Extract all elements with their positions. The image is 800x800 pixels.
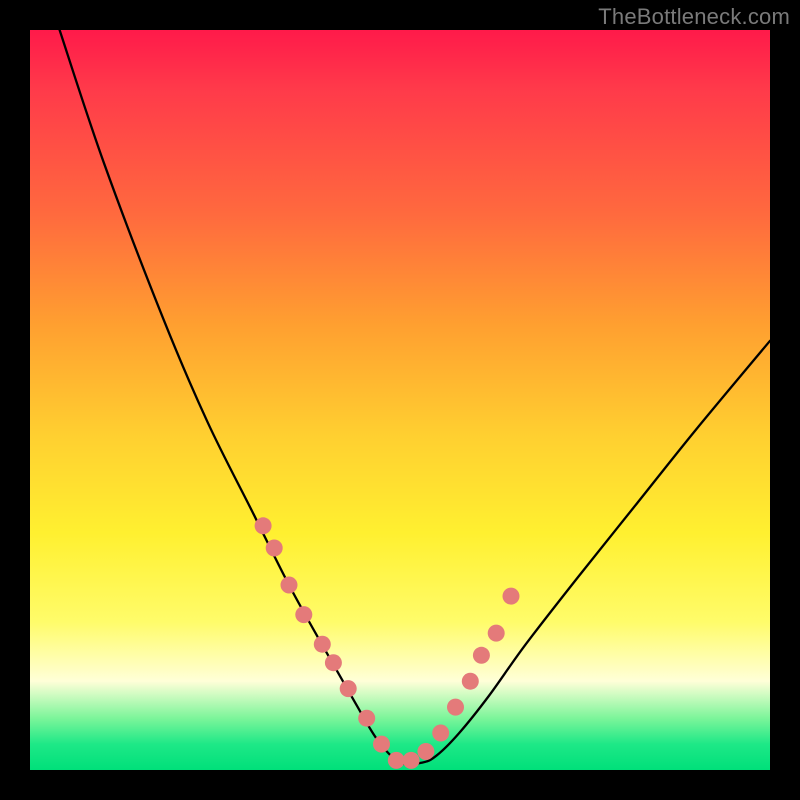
chart-stage: TheBottleneck.com bbox=[0, 0, 800, 800]
threshold-dot bbox=[295, 606, 312, 623]
threshold-dot bbox=[340, 680, 357, 697]
threshold-dot bbox=[403, 752, 420, 769]
threshold-dot bbox=[281, 577, 298, 594]
threshold-dot bbox=[314, 636, 331, 653]
threshold-dot bbox=[488, 625, 505, 642]
threshold-dot bbox=[255, 517, 272, 534]
threshold-dot bbox=[473, 647, 490, 664]
threshold-dot bbox=[417, 743, 434, 760]
threshold-dot bbox=[325, 654, 342, 671]
chart-plot-area bbox=[30, 30, 770, 770]
threshold-dots-group bbox=[255, 517, 520, 769]
threshold-dot bbox=[432, 725, 449, 742]
threshold-dot bbox=[388, 752, 405, 769]
threshold-dot bbox=[462, 673, 479, 690]
bottleneck-curve bbox=[60, 30, 770, 765]
watermark-text: TheBottleneck.com bbox=[598, 4, 790, 30]
threshold-dot bbox=[503, 588, 520, 605]
threshold-dot bbox=[266, 540, 283, 557]
chart-svg bbox=[30, 30, 770, 770]
threshold-dot bbox=[358, 710, 375, 727]
threshold-dot bbox=[447, 699, 464, 716]
threshold-dot bbox=[373, 736, 390, 753]
